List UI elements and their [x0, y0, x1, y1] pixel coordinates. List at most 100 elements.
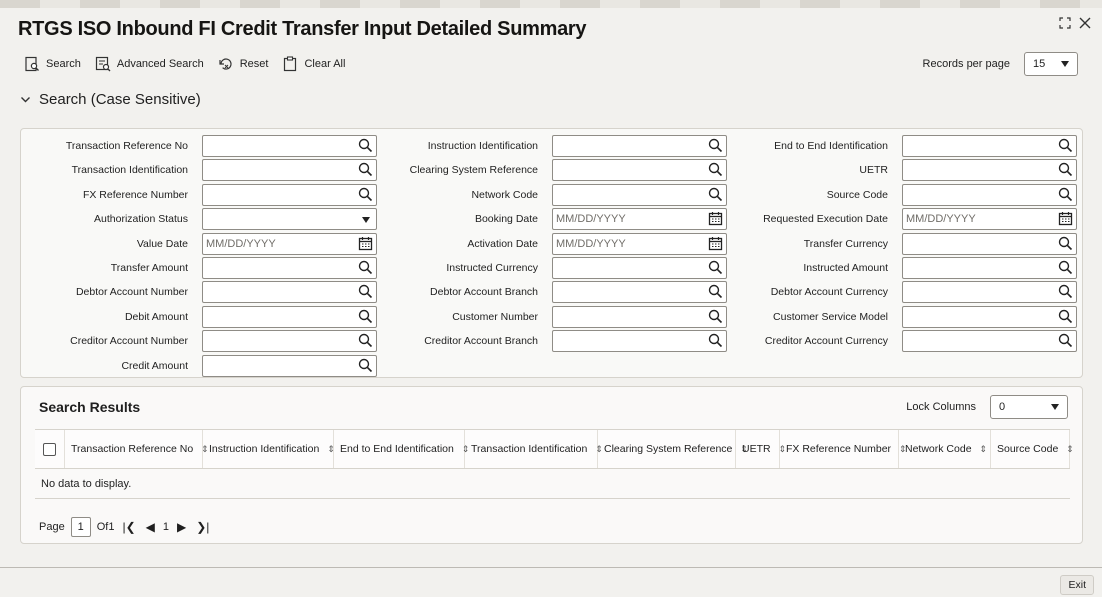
- calendar-icon[interactable]: [358, 236, 373, 251]
- uetr-label: UETR: [859, 164, 888, 177]
- select-all-checkbox[interactable]: [43, 442, 56, 456]
- magnifier-icon[interactable]: [358, 138, 373, 153]
- creditor-account-currency-input[interactable]: [902, 330, 1077, 353]
- source-code-label: Source Code: [826, 188, 888, 201]
- requested-execution-date-input[interactable]: MM/DD/YYYY: [902, 208, 1077, 231]
- instruction-identification-input[interactable]: [552, 135, 727, 157]
- reset-button[interactable]: Reset: [218, 56, 269, 72]
- fx-reference-number-label: FX Reference Number: [82, 188, 188, 201]
- column-header-uetr[interactable]: UETR ⇕: [736, 430, 786, 468]
- creditor-account-branch-field: Creditor Account Branch: [424, 330, 727, 353]
- sort-icon[interactable]: ⇕: [1066, 444, 1074, 455]
- magnifier-icon[interactable]: [358, 162, 373, 177]
- next-page-icon[interactable]: ▶: [175, 520, 188, 534]
- last-page-icon[interactable]: ❯|: [194, 520, 211, 534]
- clear-all-button-label: Clear All: [304, 58, 346, 70]
- clearing-system-reference-label: Clearing System Reference: [409, 164, 538, 177]
- records-per-page-select[interactable]: 15: [1024, 52, 1078, 76]
- sort-icon[interactable]: ⇕: [980, 444, 988, 455]
- debtor-account-currency-input[interactable]: [902, 281, 1077, 304]
- magnifier-icon[interactable]: [708, 333, 723, 348]
- previous-page-icon[interactable]: ◀: [144, 520, 157, 534]
- lock-columns-select[interactable]: 0: [990, 395, 1068, 419]
- magnifier-icon[interactable]: [1058, 138, 1073, 153]
- customer-number-label: Customer Number: [452, 310, 538, 323]
- maximize-icon[interactable]: [1058, 16, 1072, 33]
- magnifier-icon[interactable]: [1058, 260, 1073, 275]
- calendar-icon[interactable]: [1058, 211, 1073, 226]
- column-header-end-to-end-identification[interactable]: End to End Identification ⇕: [334, 430, 469, 468]
- first-page-icon[interactable]: |❮: [120, 520, 137, 534]
- advanced-search-button[interactable]: Advanced Search: [95, 56, 204, 72]
- calendar-icon[interactable]: [708, 211, 723, 226]
- column-header-transaction-identification[interactable]: Transaction Identification ⇕: [465, 430, 603, 468]
- magnifier-icon[interactable]: [1058, 187, 1073, 202]
- instructed-currency-label: Instructed Currency: [446, 262, 538, 274]
- magnifier-icon[interactable]: [358, 333, 373, 348]
- exit-button[interactable]: Exit: [1060, 575, 1094, 595]
- magnifier-icon[interactable]: [1058, 284, 1073, 299]
- activation-date-input[interactable]: MM/DD/YYYY: [552, 232, 727, 255]
- magnifier-icon[interactable]: [1058, 162, 1073, 177]
- magnifier-icon[interactable]: [1058, 333, 1073, 348]
- debtor-account-number-input[interactable]: [202, 281, 377, 304]
- reset-button-label: Reset: [239, 58, 269, 70]
- debit-amount-input[interactable]: [202, 305, 377, 328]
- network-code-input[interactable]: [552, 183, 727, 206]
- booking-date-input[interactable]: MM/DD/YYYY: [552, 208, 727, 231]
- source-code-input[interactable]: [902, 183, 1077, 206]
- magnifier-icon[interactable]: [708, 309, 723, 324]
- magnifier-icon[interactable]: [708, 284, 723, 299]
- transfer-currency-input[interactable]: [902, 232, 1077, 255]
- transfer-amount-field: Transfer Amount: [111, 257, 377, 279]
- magnifier-icon[interactable]: [358, 309, 373, 324]
- magnifier-icon[interactable]: [358, 284, 373, 299]
- instructed-amount-input[interactable]: [902, 257, 1077, 279]
- magnifier-icon[interactable]: [708, 138, 723, 153]
- customer-service-model-input[interactable]: [902, 305, 1077, 328]
- advanced-search-icon: [95, 56, 111, 72]
- magnifier-icon[interactable]: [358, 260, 373, 275]
- creditor-account-branch-input[interactable]: [552, 330, 727, 353]
- column-header-instruction-identification[interactable]: Instruction Identification ⇕: [203, 430, 335, 468]
- instructed-currency-input[interactable]: [552, 257, 727, 279]
- magnifier-icon[interactable]: [1058, 236, 1073, 251]
- magnifier-icon[interactable]: [708, 260, 723, 275]
- search-section-toggle[interactable]: Search (Case Sensitive): [20, 91, 201, 108]
- chevron-down-icon[interactable]: [362, 217, 370, 224]
- page-of-label: Of1: [97, 521, 115, 533]
- transfer-amount-input[interactable]: [202, 257, 377, 279]
- transaction-reference-no-input[interactable]: [202, 135, 377, 157]
- clear-all-button[interactable]: Clear All: [282, 56, 345, 72]
- column-header-fx-reference-number[interactable]: FX Reference Number ⇕: [780, 430, 907, 468]
- column-header-network-code[interactable]: Network Code ⇕: [899, 430, 991, 468]
- uetr-field: UETR: [859, 159, 1077, 182]
- magnifier-icon[interactable]: [358, 358, 373, 373]
- uetr-input[interactable]: [902, 159, 1077, 182]
- close-icon[interactable]: [1078, 16, 1092, 33]
- magnifier-icon[interactable]: [358, 187, 373, 202]
- search-button[interactable]: Search: [24, 56, 81, 72]
- authorization-status-input[interactable]: [202, 208, 377, 231]
- requested-execution-date-field: Requested Execution Date MM/DD/YYYY: [763, 208, 1077, 231]
- credit-amount-input[interactable]: [202, 354, 377, 377]
- clearing-system-reference-input[interactable]: [552, 159, 727, 182]
- magnifier-icon[interactable]: [708, 162, 723, 177]
- debtor-account-branch-input[interactable]: [552, 281, 727, 304]
- customer-service-model-field: Customer Service Model: [773, 305, 1077, 328]
- magnifier-icon[interactable]: [1058, 309, 1073, 324]
- activation-date-label: Activation Date: [467, 237, 538, 250]
- fx-reference-number-input[interactable]: [202, 183, 377, 206]
- calendar-icon[interactable]: [708, 236, 723, 251]
- column-header-clearing-system-reference[interactable]: Clearing System Reference ⇕: [598, 430, 748, 468]
- creditor-account-number-input[interactable]: [202, 330, 377, 353]
- column-header-source-code[interactable]: Source Code ⇕: [991, 430, 1074, 468]
- magnifier-icon[interactable]: [708, 187, 723, 202]
- column-header-transaction-reference-no[interactable]: Transaction Reference No ⇕: [65, 430, 209, 468]
- end-to-end-identification-input[interactable]: [902, 135, 1077, 157]
- value-date-input[interactable]: MM/DD/YYYY: [202, 232, 377, 255]
- footer-divider: [0, 567, 1102, 568]
- customer-number-input[interactable]: [552, 305, 727, 328]
- page-number-input[interactable]: 1: [70, 517, 91, 537]
- transaction-identification-input[interactable]: [202, 159, 377, 182]
